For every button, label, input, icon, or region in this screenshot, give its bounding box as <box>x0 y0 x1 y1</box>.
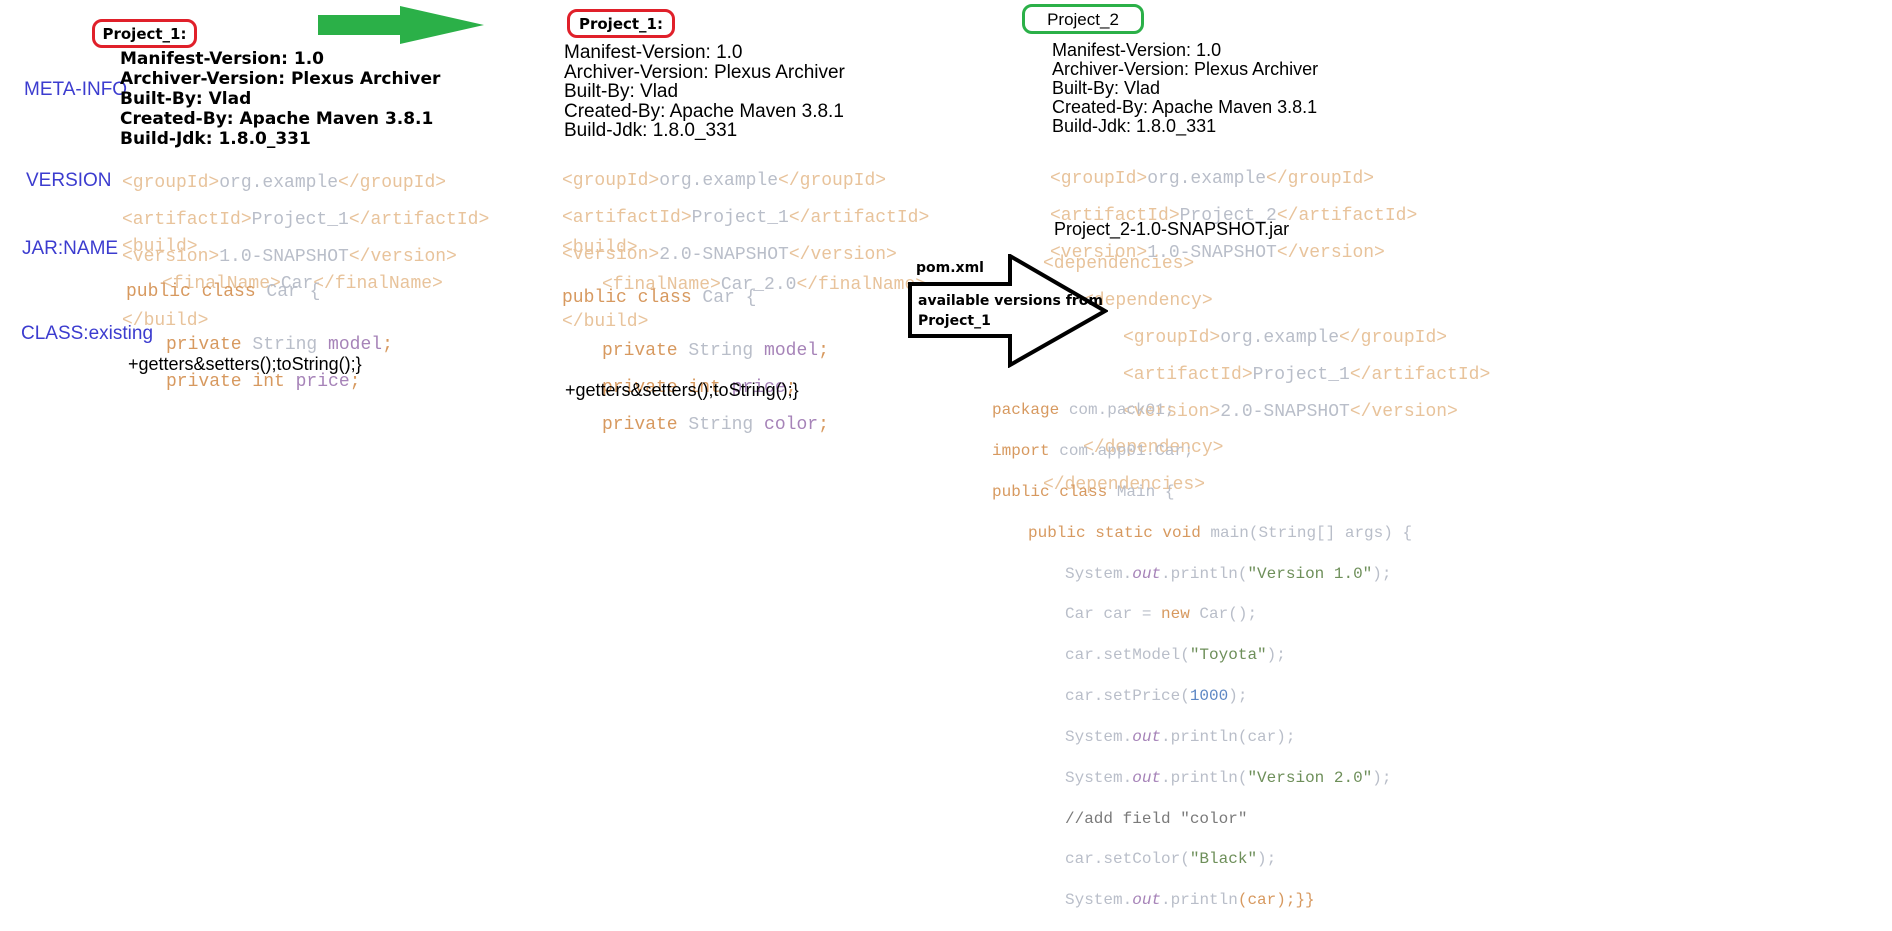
manifest-line: Build-Jdk: 1.8.0_331 <box>120 129 311 149</box>
code-line: car.setPrice(1000); <box>1065 687 1248 706</box>
middle-class-decl: public class Car { <box>562 288 757 308</box>
build-open: <build> <box>122 236 198 257</box>
version-label: VERSION <box>26 170 112 191</box>
group-line: <groupId>org.example</groupId> <box>122 172 447 193</box>
group-line: <groupId>org.example</groupId> <box>1050 168 1375 189</box>
code-line: car.setModel("Toyota"); <box>1065 646 1286 665</box>
code-line: System.out.println(car);}} <box>1065 891 1315 910</box>
code-line: System.out.println("Version 1.0"); <box>1065 564 1392 583</box>
project-1-ref-label: Project_1 <box>918 313 991 329</box>
code-line: //add field "color" <box>1065 809 1248 828</box>
code-line: import com.app01.Car; <box>992 442 1194 461</box>
code-line: System.out.println("Version 2.0"); <box>1065 768 1392 787</box>
manifest-line: Build-Jdk: 1.8.0_331 <box>1052 116 1217 136</box>
dep-group-line: <groupId>org.example</groupId> <box>1123 328 1448 349</box>
code-line: car.setColor("Black"); <box>1065 850 1277 869</box>
project-1-v2-title-box: Project_1: <box>567 9 675 38</box>
project-1-title: Project_1: <box>102 24 187 43</box>
left-getters: +getters&setters();toString();} <box>128 354 362 374</box>
pom-xml-label: pom.xml <box>916 260 984 276</box>
project-2-title-box: Project_2 <box>1022 4 1144 34</box>
middle-getters: +getters&setters();toString();} <box>565 380 799 400</box>
meta-info-label: META-INFO <box>24 79 128 100</box>
group-line: <groupId>org.example</groupId> <box>562 170 887 191</box>
code-line: package com.pack01; <box>992 401 1175 420</box>
code-line: System.out.println(car); <box>1065 727 1296 746</box>
code-line: public class Main { <box>992 483 1175 502</box>
manifest-line: Build-Jdk: 1.8.0_331 <box>564 120 738 141</box>
code-line: Car car = new Car(); <box>1065 605 1258 624</box>
project-1-v2-title: Project_1: <box>578 14 663 33</box>
project-2-title: Project_2 <box>1047 9 1119 29</box>
main-code: package com.pack01; import com.app01.Car… <box>992 380 1412 931</box>
jar-name-label: JAR:NAME <box>22 238 119 259</box>
dependency-open: <dependency> <box>1083 291 1213 312</box>
project-1-title-box: Project_1: <box>92 19 197 48</box>
field-model: private String model; <box>602 340 829 361</box>
green-arrow-icon <box>318 6 484 44</box>
left-class-decl: public class Car { <box>126 282 321 302</box>
dependencies-open: <dependencies> <box>1043 254 1195 275</box>
field-color: private String color; <box>602 414 829 435</box>
build-open: <build> <box>562 237 638 258</box>
field-model: private String model; <box>166 334 393 355</box>
code-line: public static void main(String[] args) { <box>1028 523 1413 542</box>
